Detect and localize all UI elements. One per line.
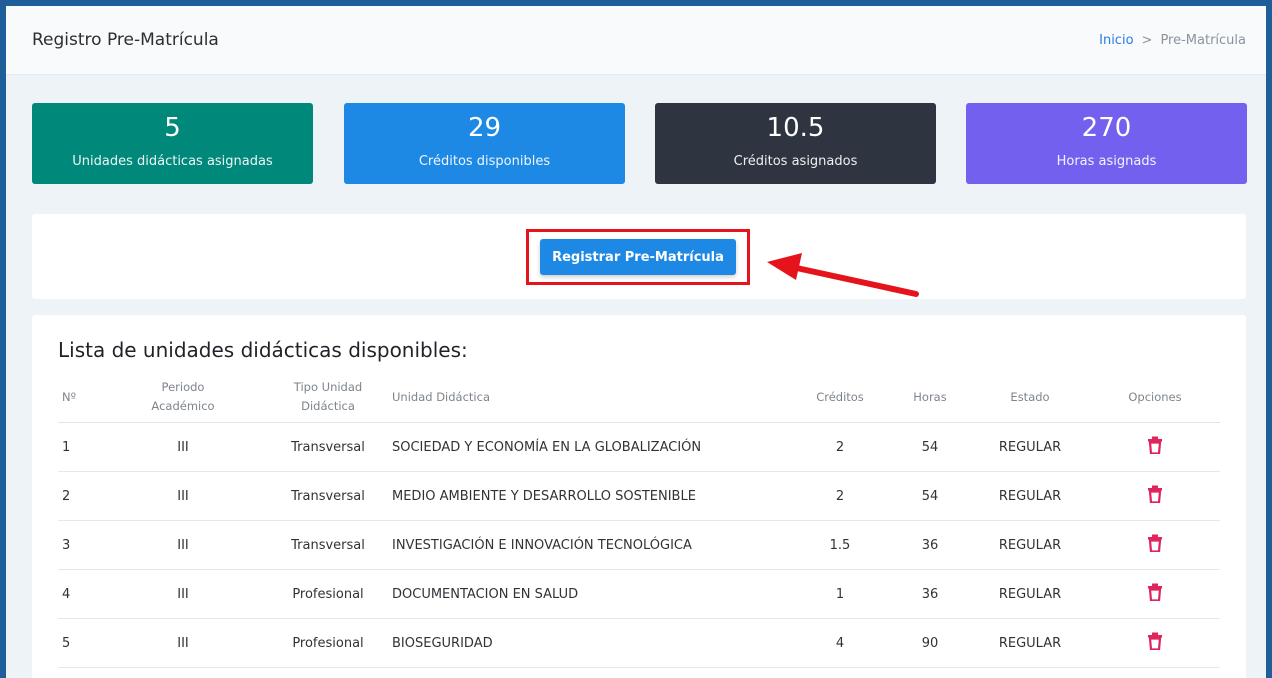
stat-value: 5 <box>164 113 181 143</box>
trash-icon[interactable] <box>1148 485 1162 507</box>
stat-card-assigned-hours: 270 Horas asignads <box>966 103 1247 184</box>
list-title: Lista de unidades didácticas disponibles… <box>58 338 468 362</box>
units-list-panel: Lista de unidades didácticas disponibles… <box>32 315 1246 678</box>
stat-card-units: 5 Unidades didácticas asignadas <box>32 103 313 184</box>
trash-icon[interactable] <box>1148 632 1162 654</box>
cell-tipo: Profesional <box>268 569 388 619</box>
cell-unidad: INVESTIGACIÓN E INNOVACIÓN TECNOLÓGICA <box>388 520 790 570</box>
stat-label: Unidades didácticas asignadas <box>72 154 273 169</box>
stat-label: Horas asignads <box>1056 154 1157 169</box>
cell-estado: REGULAR <box>970 520 1090 570</box>
breadcrumb-separator: > <box>1141 33 1153 48</box>
column-header-unidad: Unidad Didáctica <box>388 372 790 423</box>
cell-creditos: 4 <box>790 618 890 668</box>
cell-periodo: III <box>98 618 268 668</box>
cell-creditos: 1 <box>790 569 890 619</box>
stat-label: Créditos asignados <box>733 154 858 169</box>
cell-unidad: BIOSEGURIDAD <box>388 618 790 668</box>
cell-unidad: MEDIO AMBIENTE Y DESARROLLO SOSTENIBLE <box>388 471 790 521</box>
trash-icon[interactable] <box>1148 583 1162 605</box>
table-header-row: Nº Periodo Académico Tipo Unidad Didáctica… <box>58 372 1220 423</box>
cell-tipo: Transversal <box>268 471 388 521</box>
cell-horas: 54 <box>890 422 970 472</box>
cell-number: 1 <box>58 422 98 472</box>
cell-tipo: Profesional <box>268 618 388 668</box>
column-header-periodo: Periodo Académico <box>98 372 268 423</box>
cell-periodo: III <box>98 569 268 619</box>
table-row: 4 III Profesional DOCUMENTACION EN SALUD… <box>58 569 1220 619</box>
cell-horas: 54 <box>890 471 970 521</box>
breadcrumb-home-link[interactable]: Inicio <box>1099 33 1133 48</box>
cell-estado: REGULAR <box>970 422 1090 472</box>
stat-value: 29 <box>467 113 502 143</box>
trash-icon[interactable] <box>1148 436 1162 458</box>
cell-number: 5 <box>58 618 98 668</box>
stat-label: Créditos disponibles <box>418 154 551 169</box>
action-panel: Registrar Pre-Matrícula <box>32 214 1246 299</box>
column-header-opciones: Opciones <box>1090 372 1220 423</box>
cell-periodo: III <box>98 422 268 472</box>
breadcrumb-current: Pre-Matrícula <box>1160 33 1246 48</box>
table-row: 2 III Transversal MEDIO AMBIENTE Y DESAR… <box>58 471 1220 521</box>
cell-opciones <box>1090 618 1220 668</box>
cell-horas: 90 <box>890 618 970 668</box>
trash-icon[interactable] <box>1148 534 1162 556</box>
app-frame: Registro Pre-Matrícula Inicio > Pre-Matríc… <box>6 6 1266 678</box>
column-header-number: Nº <box>58 372 98 423</box>
breadcrumb: Inicio > Pre-Matrícula <box>1099 33 1246 48</box>
cell-unidad: DOCUMENTACION EN SALUD <box>388 569 790 619</box>
cell-horas: 36 <box>890 569 970 619</box>
cell-opciones <box>1090 471 1220 521</box>
cell-creditos: 2 <box>790 471 890 521</box>
stat-value: 10.5 <box>766 113 825 143</box>
cell-number: 2 <box>58 471 98 521</box>
cell-creditos: 2 <box>790 422 890 472</box>
cell-unidad: SOCIEDAD Y ECONOMÍA EN LA GLOBALIZACIÓN <box>388 422 790 472</box>
cell-tipo: Transversal <box>268 520 388 570</box>
pointer-arrow <box>767 253 919 297</box>
cell-opciones <box>1090 520 1220 570</box>
column-header-creditos: Créditos <box>790 372 890 423</box>
cell-creditos: 1.5 <box>790 520 890 570</box>
cell-periodo: III <box>98 471 268 521</box>
stat-value: 270 <box>1081 113 1132 143</box>
page-title: Registro Pre-Matrícula <box>32 30 219 50</box>
table-row: 1 III Transversal SOCIEDAD Y ECONOMÍA EN… <box>58 422 1220 472</box>
page-header: Registro Pre-Matrícula Inicio > Pre-Matríc… <box>6 6 1266 75</box>
cell-number: 3 <box>58 520 98 570</box>
column-header-estado: Estado <box>970 372 1090 423</box>
stat-card-available-credits: 29 Créditos disponibles <box>344 103 625 184</box>
units-table: Nº Periodo Académico Tipo Unidad Didáctica… <box>58 372 1220 668</box>
table-row: 5 III Profesional BIOSEGURIDAD 4 90 REGU… <box>58 618 1220 668</box>
cell-opciones <box>1090 422 1220 472</box>
cell-estado: REGULAR <box>970 569 1090 619</box>
column-header-horas: Horas <box>890 372 970 423</box>
stat-card-assigned-credits: 10.5 Créditos asignados <box>655 103 936 184</box>
cell-tipo: Transversal <box>268 422 388 472</box>
table-row: 3 III Transversal INVESTIGACIÓN E INNOVA… <box>58 520 1220 570</box>
cell-periodo: III <box>98 520 268 570</box>
column-header-tipo: Tipo Unidad Didáctica <box>268 372 388 423</box>
cell-estado: REGULAR <box>970 471 1090 521</box>
cell-estado: REGULAR <box>970 618 1090 668</box>
cell-horas: 36 <box>890 520 970 570</box>
cell-number: 4 <box>58 569 98 619</box>
cell-opciones <box>1090 569 1220 619</box>
